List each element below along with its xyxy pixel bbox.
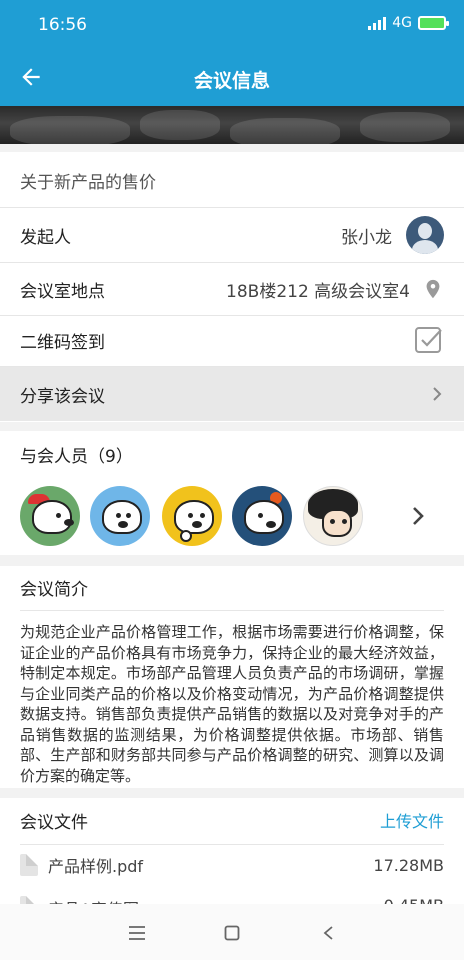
status-icons: 4G [368, 15, 449, 31]
files-header-row: 会议文件 上传文件 [0, 795, 464, 845]
file-item[interactable]: 产品A宣传图 0.45MB [0, 884, 464, 904]
room-label: 会议室地点 [20, 281, 105, 302]
meeting-banner-image [0, 106, 464, 144]
organizer-avatar[interactable] [406, 216, 444, 254]
files-header: 会议文件 [20, 812, 88, 833]
menu-icon[interactable] [128, 925, 146, 941]
attendees-header-row: 与会人员（9） [0, 429, 464, 479]
file-icon [20, 896, 38, 904]
attendee-avatar[interactable] [90, 486, 150, 546]
attendees-header: 与会人员（9） [20, 446, 133, 467]
location-pin-icon[interactable] [422, 276, 444, 302]
file-icon [20, 854, 38, 876]
chevron-right-icon [433, 387, 442, 401]
meeting-subject-row: 关于新产品的售价 [0, 154, 464, 206]
room-value: 18B楼212 高级会议室4 [226, 281, 410, 302]
description-header: 会议简介 [20, 579, 88, 600]
description-header-row: 会议简介 [0, 562, 464, 612]
page-title: 会议信息 [193, 70, 270, 92]
battery-icon [418, 16, 449, 30]
attendee-avatar[interactable] [232, 486, 292, 546]
attendee-avatar[interactable] [162, 486, 222, 546]
status-time: 16:56 [38, 15, 87, 35]
system-nav-bar [0, 904, 464, 960]
back-triangle-icon[interactable] [322, 925, 334, 941]
room-row[interactable]: 会议室地点 18B楼212 高级会议室4 [0, 263, 464, 315]
share-meeting-row[interactable]: 分享该会议 [0, 367, 464, 421]
qr-checkin-row[interactable]: 二维码签到 [0, 314, 464, 366]
signal-icon [368, 16, 387, 30]
file-item[interactable]: 产品样例.pdf 17.28MB [0, 843, 464, 887]
qr-checkin-label: 二维码签到 [20, 332, 105, 353]
attendee-avatar[interactable] [20, 486, 80, 546]
app-bar: 会议信息 [0, 50, 464, 106]
file-size: 0.45MB [384, 896, 444, 904]
organizer-label: 发起人 [20, 227, 71, 248]
file-name: 产品样例.pdf [48, 857, 144, 876]
organizer-name: 张小龙 [341, 227, 392, 248]
organizer-row[interactable]: 发起人 张小龙 [0, 209, 464, 261]
checkbox-icon[interactable] [414, 325, 444, 355]
upload-file-button[interactable]: 上传文件 [380, 808, 444, 832]
description-text: 为规范企业产品价格管理工作，根据市场需要进行价格调整，保证企业的产品价格具有市场… [20, 623, 444, 785]
home-square-icon[interactable] [224, 925, 240, 941]
network-label: 4G [392, 15, 412, 31]
share-label: 分享该会议 [20, 386, 105, 407]
status-bar: 16:56 4G [0, 0, 464, 50]
file-size: 17.28MB [373, 855, 444, 875]
file-name: 产品A宣传图 [48, 896, 139, 904]
attendee-avatar[interactable] [303, 486, 363, 546]
attendees-more-chevron-icon[interactable] [410, 505, 426, 527]
meeting-subject: 关于新产品的售价 [20, 172, 156, 193]
